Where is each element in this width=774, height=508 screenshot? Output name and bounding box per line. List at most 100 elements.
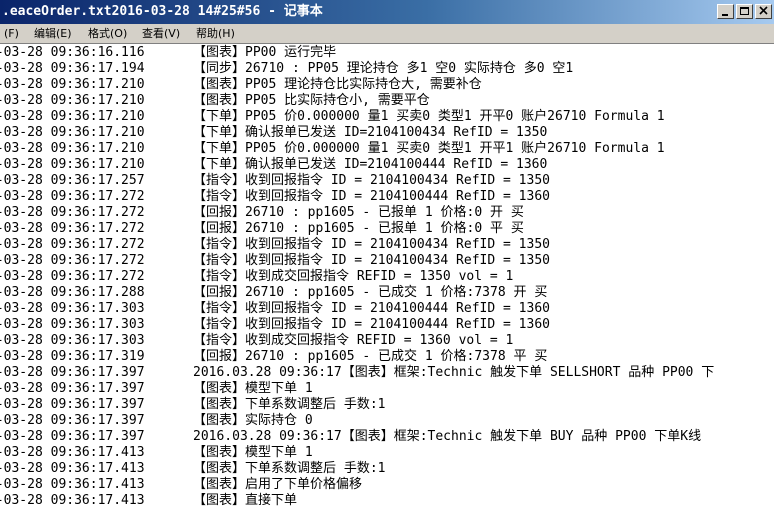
log-message: 【指令】收到回报指令 ID = 2104100434 RefID = 1350 (193, 173, 550, 188)
log-timestamp: 5-03-28 09:36:17.413 (0, 477, 145, 492)
log-lines: 5-03-28 09:36:16.116 【图表】PP00 运行完毕 5-03-28… (0, 45, 714, 508)
log-timestamp: 5-03-28 09:36:17.272 (0, 253, 145, 268)
log-line: 5-03-28 09:36:17.413 【图表】直接下单 (0, 493, 714, 508)
log-message: 【图表】下单系数调整后 手数:1 (193, 461, 386, 476)
log-timestamp: 5-03-28 09:36:17.272 (0, 189, 145, 204)
log-line: 5-03-28 09:36:17.210 【下单】PP05 价0.000000 量… (0, 141, 714, 157)
log-line: 5-03-28 09:36:17.397 【图表】实际持仓 0 (0, 413, 714, 429)
log-message: 【指令】收到成交回报指令 REFID = 1360 vol = 1 (193, 333, 514, 348)
log-timestamp: 5-03-28 09:36:17.413 (0, 493, 145, 508)
window-controls (717, 4, 772, 20)
log-message: 【图表】PP00 运行完毕 (193, 45, 337, 60)
log-line: 5-03-28 09:36:17.194 【同步】26710 : PP05 理论持… (0, 61, 714, 77)
log-line: 5-03-28 09:36:17.210 【图表】PP05 比实际持仓小, 需要平… (0, 93, 714, 109)
log-timestamp: 5-03-28 09:36:17.413 (0, 461, 145, 476)
minimize-icon (722, 14, 728, 16)
log-message: 【图表】PP05 理论持仓比实际持仓大, 需要补仓 (193, 77, 482, 92)
log-line: 5-03-28 09:36:17.272 【指令】收到回报指令 ID = 2104… (0, 253, 714, 269)
log-timestamp: 5-03-28 09:36:17.319 (0, 349, 145, 364)
log-timestamp: 5-03-28 09:36:17.397 (0, 365, 145, 380)
log-timestamp: 5-03-28 09:36:17.257 (0, 173, 145, 188)
log-timestamp: 5-03-28 09:36:17.272 (0, 221, 145, 236)
log-timestamp: 5-03-28 09:36:17.397 (0, 381, 145, 396)
log-message: 【指令】收到回报指令 ID = 2104100444 RefID = 1360 (193, 317, 550, 332)
log-timestamp: 5-03-28 09:36:17.272 (0, 237, 145, 252)
log-message: 【下单】PP05 价0.000000 量1 买卖0 类型1 开平1 账户2671… (193, 141, 665, 156)
close-icon (759, 6, 768, 15)
menu-format[interactable]: 格式(O) (88, 24, 127, 43)
log-message: 【图表】实际持仓 0 (193, 413, 313, 428)
log-message: 【指令】收到回报指令 ID = 2104100434 RefID = 1350 (193, 237, 550, 252)
log-line: 5-03-28 09:36:17.397 2016.03.28 09:36:17【… (0, 365, 714, 381)
log-timestamp: 5-03-28 09:36:17.194 (0, 61, 145, 76)
log-line: 5-03-28 09:36:16.116 【图表】PP00 运行完毕 (0, 45, 714, 61)
log-line: 5-03-28 09:36:17.397 2016.03.28 09:36:17【… (0, 429, 714, 445)
log-message: 【图表】模型下单 1 (193, 445, 313, 460)
log-line: 5-03-28 09:36:17.413 【图表】下单系数调整后 手数:1 (0, 461, 714, 477)
log-timestamp: 5-03-28 09:36:17.397 (0, 429, 145, 444)
log-timestamp: 5-03-28 09:36:17.210 (0, 77, 145, 92)
close-button[interactable] (755, 4, 772, 19)
log-message: 【下单】确认报单已发送 ID=2104100434 RefID = 1350 (193, 125, 548, 140)
log-message: 【回报】26710 : pp1605 - 已报单 1 价格:0 开 买 (193, 205, 524, 220)
log-timestamp: 5-03-28 09:36:17.210 (0, 141, 145, 156)
log-timestamp: 5-03-28 09:36:17.210 (0, 93, 145, 108)
log-timestamp: 5-03-28 09:36:17.288 (0, 285, 145, 300)
minimize-button[interactable] (717, 4, 734, 19)
log-line: 5-03-28 09:36:17.272 【指令】收到成交回报指令 REFID =… (0, 269, 714, 285)
log-message: 【图表】PP05 比实际持仓小, 需要平仓 (193, 93, 430, 108)
log-timestamp: 5-03-28 09:36:17.397 (0, 397, 145, 412)
log-timestamp: 5-03-28 09:36:17.210 (0, 109, 145, 124)
log-line: 5-03-28 09:36:17.413 【图表】模型下单 1 (0, 445, 714, 461)
log-line: 5-03-28 09:36:17.397 【图表】模型下单 1 (0, 381, 714, 397)
log-timestamp: 5-03-28 09:36:17.210 (0, 157, 145, 172)
log-message: 【图表】模型下单 1 (193, 381, 313, 396)
log-message: 【回报】26710 : pp1605 - 已成交 1 价格:7378 开 买 (193, 285, 548, 300)
log-message: 【同步】26710 : PP05 理论持仓 多1 空0 实际持仓 多0 空1 (193, 61, 574, 76)
title-bar[interactable]: .eaceOrder.txt2016-03-28 14#25#56 - 记事本 (0, 0, 774, 24)
log-timestamp: 5-03-28 09:36:16.116 (0, 45, 145, 60)
log-message: 2016.03.28 09:36:17【图表】框架:Technic 触发下单 B… (193, 429, 702, 444)
log-message: 【回报】26710 : pp1605 - 已报单 1 价格:0 平 买 (193, 221, 524, 236)
notepad-window: .eaceOrder.txt2016-03-28 14#25#56 - 记事本 (0, 0, 774, 508)
log-message: 【回报】26710 : pp1605 - 已成交 1 价格:7378 平 买 (193, 349, 548, 364)
log-timestamp: 5-03-28 09:36:17.303 (0, 301, 145, 316)
log-line: 5-03-28 09:36:17.272 【回报】26710 : pp1605 -… (0, 205, 714, 221)
menu-edit[interactable]: 编辑(E) (34, 24, 72, 43)
log-message: 【指令】收到回报指令 ID = 2104100444 RefID = 1360 (193, 301, 550, 316)
log-line: 5-03-28 09:36:17.272 【指令】收到回报指令 ID = 2104… (0, 237, 714, 253)
menu-bar: (F) 编辑(E) 格式(O) 查看(V) 帮助(H) (0, 24, 774, 43)
menu-help[interactable]: 帮助(H) (196, 24, 235, 43)
log-message: 【图表】启用了下单价格偏移 (193, 477, 363, 492)
menu-view[interactable]: 查看(V) (142, 24, 180, 43)
log-line: 5-03-28 09:36:17.288 【回报】26710 : pp1605 -… (0, 285, 714, 301)
log-timestamp: 5-03-28 09:36:17.272 (0, 205, 145, 220)
log-message: 【指令】收到回报指令 ID = 2104100444 RefID = 1360 (193, 189, 550, 204)
log-line: 5-03-28 09:36:17.210 【图表】PP05 理论持仓比实际持仓大,… (0, 77, 714, 93)
log-message: 【图表】直接下单 (193, 493, 298, 508)
log-line: 5-03-28 09:36:17.303 【指令】收到回报指令 ID = 2104… (0, 317, 714, 333)
maximize-button[interactable] (736, 4, 753, 19)
log-message: 【图表】下单系数调整后 手数:1 (193, 397, 386, 412)
log-timestamp: 5-03-28 09:36:17.272 (0, 269, 145, 284)
maximize-icon (740, 7, 749, 15)
log-timestamp: 5-03-28 09:36:17.303 (0, 333, 145, 348)
log-line: 5-03-28 09:36:17.210 【下单】确认报单已发送 ID=21041… (0, 157, 714, 173)
log-timestamp: 5-03-28 09:36:17.397 (0, 413, 145, 428)
log-line: 5-03-28 09:36:17.210 【下单】PP05 价0.000000 量… (0, 109, 714, 125)
log-line: 5-03-28 09:36:17.272 【回报】26710 : pp1605 -… (0, 221, 714, 237)
log-line: 5-03-28 09:36:17.319 【回报】26710 : pp1605 -… (0, 349, 714, 365)
window-title: .eaceOrder.txt2016-03-28 14#25#56 - 记事本 (2, 4, 323, 19)
log-line: 5-03-28 09:36:17.257 【指令】收到回报指令 ID = 2104… (0, 173, 714, 189)
log-message: 【指令】收到回报指令 ID = 2104100434 RefID = 1350 (193, 253, 550, 268)
log-timestamp: 5-03-28 09:36:17.210 (0, 125, 145, 140)
log-message: 【下单】PP05 价0.000000 量1 买卖0 类型1 开平0 账户2671… (193, 109, 665, 124)
log-line: 5-03-28 09:36:17.303 【指令】收到回报指令 ID = 2104… (0, 301, 714, 317)
log-line: 5-03-28 09:36:17.272 【指令】收到回报指令 ID = 2104… (0, 189, 714, 205)
log-timestamp: 5-03-28 09:36:17.303 (0, 317, 145, 332)
text-editor-area[interactable]: 5-03-28 09:36:16.116 【图表】PP00 运行完毕 5-03-28… (0, 44, 774, 508)
log-line: 5-03-28 09:36:17.210 【下单】确认报单已发送 ID=21041… (0, 125, 714, 141)
menu-file[interactable]: (F) (4, 24, 19, 43)
log-message: 【下单】确认报单已发送 ID=2104100444 RefID = 1360 (193, 157, 548, 172)
log-message: 2016.03.28 09:36:17【图表】框架:Technic 触发下单 S… (193, 365, 715, 380)
